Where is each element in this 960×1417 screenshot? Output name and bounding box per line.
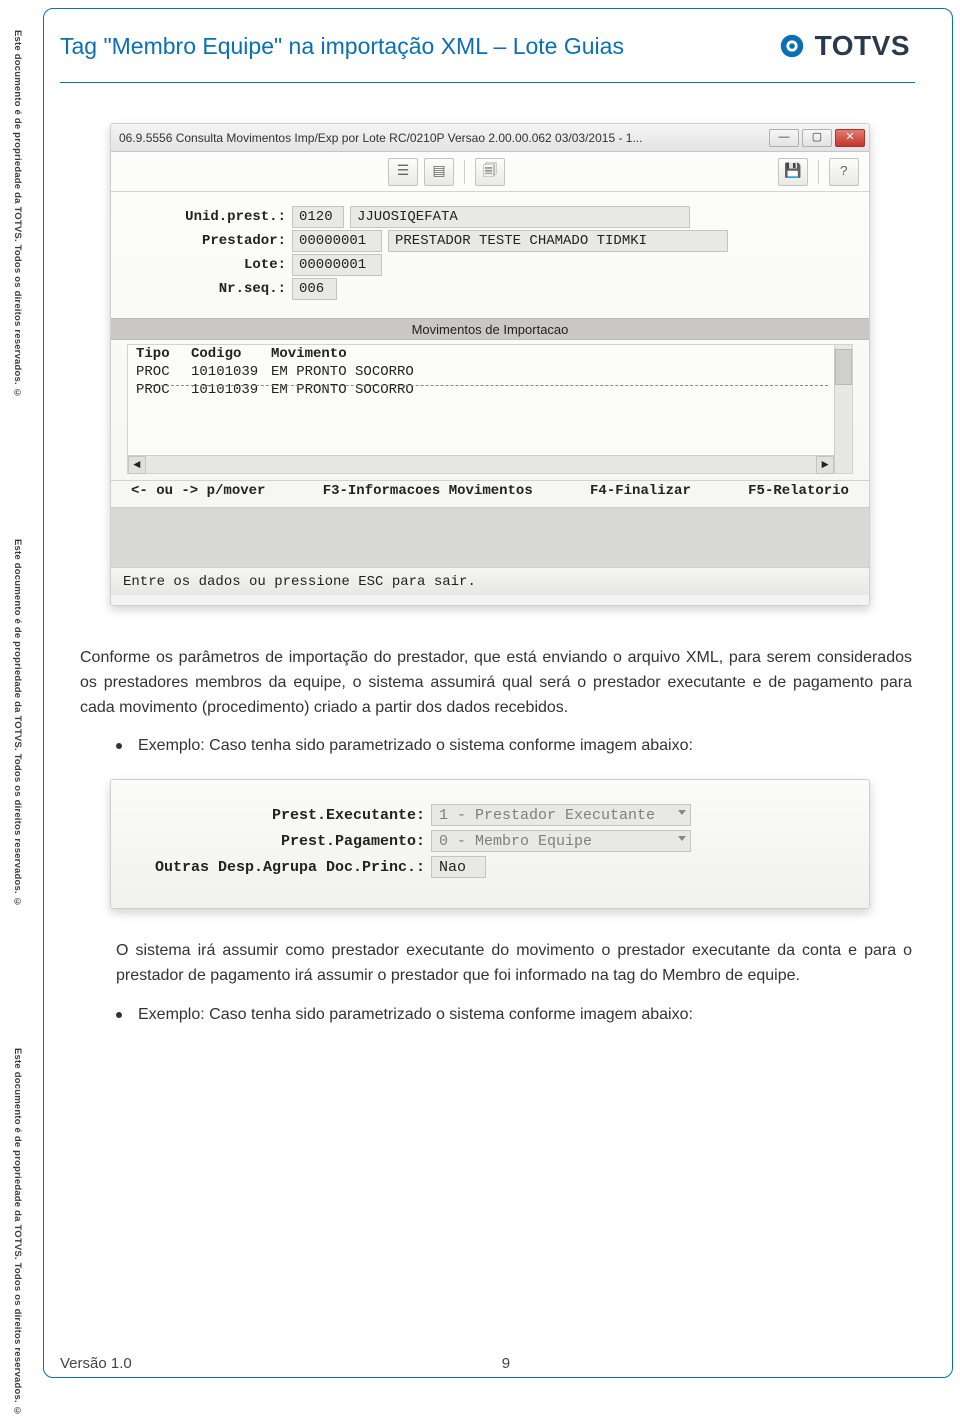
scroll-left-icon[interactable]: ◄: [128, 456, 146, 474]
toolbar-save-icon[interactable]: 💾: [778, 158, 808, 186]
toolbar-report-icon[interactable]: 🗐: [475, 158, 505, 186]
label-prest-pagamento: Prest.Pagamento:: [131, 833, 431, 850]
scroll-right-icon[interactable]: ►: [816, 456, 834, 474]
vertical-scrollbar[interactable]: [834, 345, 852, 473]
table-row[interactable]: PROC 10101039 EM PRONTO SOCORRO: [128, 381, 852, 399]
ownership-sidebar: Este documento é de propriedade da TOTVS…: [12, 30, 30, 1350]
field-prestador-code[interactable]: 00000001: [292, 230, 382, 252]
ownership-text: Este documento é de propriedade da TOTVS…: [12, 1048, 23, 1417]
ownership-text: Este documento é de propriedade da TOTVS…: [12, 30, 23, 399]
field-prest-pagamento[interactable]: 0 - Membro Equipe: [431, 830, 691, 852]
screenshot-parametros: Prest.Executante: 1 - Prestador Executan…: [110, 779, 870, 909]
section-header-movimentos: Movimentos de Importacao: [111, 318, 869, 340]
toolbar-help-icon[interactable]: ?: [829, 158, 859, 186]
label-prestador: Prestador:: [127, 233, 292, 249]
window-title: 06.9.5556 Consulta Movimentos Imp/Exp po…: [119, 131, 642, 145]
header-divider: [60, 82, 915, 83]
label-lote: Lote:: [127, 257, 292, 273]
label-outras-desp: Outras Desp.Agrupa Doc.Princ.:: [131, 859, 431, 876]
label-prest-executante: Prest.Executante:: [131, 807, 431, 824]
field-prest-executante[interactable]: 1 - Prestador Executante: [431, 804, 691, 826]
toolbar-list-icon[interactable]: ☰: [388, 158, 418, 186]
bullet-text-2: Exemplo: Caso tenha sido parametrizado o…: [138, 1003, 693, 1028]
bullet-icon: [116, 1012, 122, 1018]
label-nrseq: Nr.seq.:: [127, 281, 292, 297]
page-footer: Versão 1.0 9: [60, 1355, 940, 1372]
bullet-icon: [116, 743, 122, 749]
field-lote[interactable]: 00000001: [292, 254, 382, 276]
field-unid-prest-code[interactable]: 0120: [292, 206, 344, 228]
hint-f5: F5-Relatorio: [748, 483, 849, 499]
field-nrseq[interactable]: 006: [292, 278, 337, 300]
horizontal-scrollbar[interactable]: ◄ ►: [128, 455, 834, 473]
doc-header: Tag "Membro Equipe" na importação XML – …: [60, 30, 940, 62]
field-prestador-name: PRESTADOR TESTE CHAMADO TIDMKI: [388, 230, 728, 252]
footer-page-number: 9: [502, 1355, 510, 1372]
scroll-thumb[interactable]: [835, 349, 852, 385]
window-titlebar: 06.9.5556 Consulta Movimentos Imp/Exp po…: [111, 124, 869, 152]
status-text: Entre os dados ou pressione ESC para sai…: [123, 574, 476, 590]
col-codigo: Codigo: [191, 346, 271, 362]
field-outras-desp[interactable]: Nao: [431, 856, 486, 878]
chevron-down-icon: [678, 836, 686, 841]
brand-name: TOTVS: [815, 30, 910, 62]
status-bar: Entre os dados ou pressione ESC para sai…: [111, 567, 869, 595]
ownership-text: Este documento é de propriedade da TOTVS…: [12, 539, 23, 908]
paragraph-1: Conforme os parâmetros de importação do …: [80, 646, 912, 720]
blank-panel: [111, 507, 869, 567]
hint-f3: F3-Informacoes Movimentos: [323, 483, 533, 499]
label-unid-prest: Unid.prest.:: [127, 209, 292, 225]
chevron-down-icon: [678, 810, 686, 815]
totvs-icon: [777, 31, 807, 61]
hint-move: <- ou -> p/mover: [131, 483, 265, 499]
window-maximize-button[interactable]: ▢: [802, 129, 832, 147]
footer-version: Versão 1.0: [60, 1355, 132, 1372]
toolbar: ☰ ▤ 🗐 💾 ?: [111, 152, 869, 192]
window-close-button[interactable]: ✕: [835, 129, 865, 147]
table-row[interactable]: PROC 10101039 EM PRONTO SOCORRO: [128, 363, 852, 381]
field-unid-prest-name: JJUOSIQEFATA: [350, 206, 690, 228]
col-tipo: Tipo: [136, 346, 191, 362]
toolbar-doc-icon[interactable]: ▤: [424, 158, 454, 186]
hint-f4: F4-Finalizar: [590, 483, 691, 499]
keyboard-hints: <- ou -> p/mover F3-Informacoes Moviment…: [111, 480, 869, 507]
window-minimize-button[interactable]: —: [769, 129, 799, 147]
screenshot-window-consulta: 06.9.5556 Consulta Movimentos Imp/Exp po…: [110, 123, 870, 606]
grid-movimentos: Tipo Codigo Movimento PROC 10101039 EM P…: [127, 344, 853, 474]
row-separator: [136, 385, 828, 386]
paragraph-2: O sistema irá assumir como prestador exe…: [116, 939, 912, 989]
brand-logo: TOTVS: [777, 30, 910, 62]
col-movimento: Movimento: [271, 346, 844, 362]
bullet-text-1: Exemplo: Caso tenha sido parametrizado o…: [138, 734, 693, 759]
doc-title: Tag "Membro Equipe" na importação XML – …: [60, 33, 624, 60]
